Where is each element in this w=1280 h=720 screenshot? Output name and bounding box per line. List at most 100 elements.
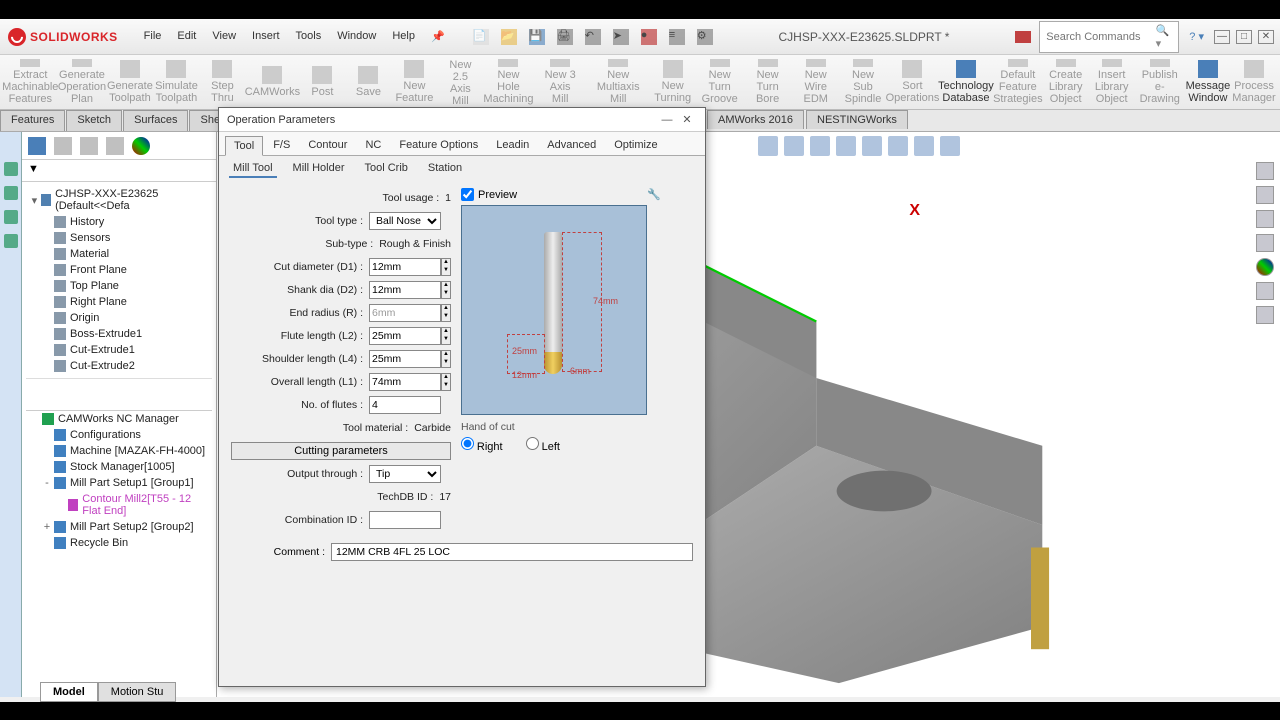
dialog-close-button[interactable]: ✕ [677, 113, 697, 126]
tree-item[interactable]: Top Plane [26, 278, 212, 294]
fm-icon[interactable] [106, 137, 124, 155]
tool-type-select[interactable]: Ball Nose [369, 212, 441, 230]
dlg-tab-nc[interactable]: NC [357, 136, 389, 155]
tree-item[interactable]: Front Plane [26, 262, 212, 278]
ribbon-button[interactable]: MessageWindow [1186, 57, 1230, 107]
tree-item[interactable]: Boss-Extrude1 [26, 326, 212, 342]
fm-icon[interactable] [54, 137, 72, 155]
cam-tree-item[interactable]: +Mill Part Setup2 [Group2] [26, 519, 212, 535]
dlg-tab-contour[interactable]: Contour [300, 136, 355, 155]
ribbon-button[interactable]: DefaultFeatureStrategies [994, 57, 1042, 107]
open-icon[interactable]: 📂 [501, 29, 517, 45]
subtab-station[interactable]: Station [424, 160, 466, 178]
output-through-select[interactable]: Tip [369, 465, 441, 483]
search-commands[interactable]: 🔍▾ [1039, 21, 1179, 53]
left-tab-icon[interactable] [4, 186, 18, 200]
fm-filter[interactable]: ▼ [22, 160, 216, 182]
spinner[interactable]: ▲▼ [441, 350, 451, 368]
ribbon-button[interactable]: InsertLibraryObject [1090, 57, 1134, 107]
cutting-parameters-button[interactable]: Cutting parameters [231, 442, 451, 460]
btab-model[interactable]: Model [40, 682, 98, 702]
ribbon-button[interactable]: New MultiaxisMill [588, 57, 649, 107]
cam-tree-root[interactable]: CAMWorks NC Manager [26, 411, 212, 427]
rebuild-icon[interactable]: ● [641, 29, 657, 45]
combination-input[interactable] [369, 511, 441, 529]
cam-tree-item[interactable]: Contour Mill2[T55 - 12 Flat End] [26, 491, 212, 519]
dlg-tab-optimize[interactable]: Optimize [606, 136, 665, 155]
menu-pin-icon[interactable]: 📌 [423, 26, 453, 47]
ribbon-button[interactable]: NewFeature [392, 57, 436, 107]
menu-window[interactable]: Window [329, 26, 384, 47]
fm-icon[interactable] [28, 137, 46, 155]
subtab-mill-tool[interactable]: Mill Tool [229, 160, 277, 178]
cam-tree-item[interactable]: Configurations [26, 427, 212, 443]
ribbon-button[interactable]: Publishe-Drawing [1136, 57, 1184, 107]
help-icon[interactable]: ? ▾ [1189, 30, 1204, 43]
comment-input[interactable] [331, 543, 693, 561]
left-tab-icon[interactable] [4, 162, 18, 176]
left-tab-icon[interactable] [4, 210, 18, 224]
btab-motion[interactable]: Motion Stu [98, 682, 177, 702]
tree-item[interactable]: Origin [26, 310, 212, 326]
sw-flag-icon[interactable] [1015, 31, 1031, 43]
ribbon-button[interactable]: NewTurning [651, 57, 695, 107]
dialog-titlebar[interactable]: Operation Parameters — ✕ [219, 108, 705, 132]
ribbon-button[interactable]: ExtractMachinableFeatures [4, 57, 57, 107]
hand-left-radio[interactable]: Left [526, 441, 560, 453]
print-icon[interactable]: 🖨 [557, 29, 573, 45]
hand-right-radio[interactable]: Right [461, 441, 503, 453]
maximize-button[interactable]: □ [1236, 30, 1252, 44]
tree-item[interactable]: Material [26, 246, 212, 262]
subtab-tool-crib[interactable]: Tool Crib [361, 160, 412, 178]
ribbon-button[interactable]: GenerateToolpath [107, 57, 152, 107]
dialog-minimize-button[interactable]: — [657, 114, 677, 126]
ribbon-button[interactable]: CAMWorks [246, 57, 298, 107]
menu-insert[interactable]: Insert [244, 26, 288, 47]
dlg-tab-feature-options[interactable]: Feature Options [391, 136, 486, 155]
fm-icon[interactable] [132, 137, 150, 155]
subtab-mill-holder[interactable]: Mill Holder [289, 160, 349, 178]
spinner[interactable]: ▲▼ [441, 327, 451, 345]
dlg-tab-fs[interactable]: F/S [265, 136, 298, 155]
ribbon-button[interactable]: New 3 AxisMill [535, 57, 586, 107]
ribbon-button[interactable]: ProcessManager [1232, 57, 1276, 107]
search-input[interactable] [1046, 31, 1155, 43]
overall-len-input[interactable] [369, 373, 441, 391]
dlg-tab-tool[interactable]: Tool [225, 136, 263, 156]
ribbon-button[interactable]: Save [346, 57, 390, 107]
flute-len-input[interactable] [369, 327, 441, 345]
cam-tree-item[interactable]: Stock Manager[1005] [26, 459, 212, 475]
preview-checkbox[interactable] [461, 188, 474, 201]
preview-tool-icon[interactable]: 🔧 [647, 188, 661, 201]
ribbon-button[interactable]: New TurnBore [745, 57, 791, 107]
tab-surfaces[interactable]: Surfaces [123, 110, 188, 131]
ribbon-button[interactable]: GenerateOperationPlan [59, 57, 106, 107]
menu-edit[interactable]: Edit [169, 26, 204, 47]
cut-dia-input[interactable] [369, 258, 441, 276]
ribbon-button[interactable]: SimulateToolpath [154, 57, 198, 107]
tree-item[interactable]: Cut-Extrude2 [26, 358, 212, 374]
minimize-button[interactable]: — [1214, 30, 1230, 44]
spinner[interactable]: ▲▼ [441, 258, 451, 276]
ribbon-button[interactable]: New SubSpindle [841, 57, 885, 107]
ribbon-button[interactable]: TechnologyDatabase [940, 57, 992, 107]
ribbon-button[interactable]: CreateLibraryObject [1044, 57, 1088, 107]
ribbon-button[interactable]: New 2.5Axis Mill [438, 57, 482, 107]
no-flutes-input[interactable] [369, 396, 441, 414]
tab-sketch[interactable]: Sketch [66, 110, 122, 131]
menu-help[interactable]: Help [384, 26, 423, 47]
shoulder-len-input[interactable] [369, 350, 441, 368]
save-icon[interactable]: 💾 [529, 29, 545, 45]
menu-file[interactable]: File [136, 26, 170, 47]
fm-icon[interactable] [80, 137, 98, 155]
tree-root[interactable]: ▾ CJHSP-XXX-E23625 (Default<<Defa [26, 186, 212, 214]
tree-item[interactable]: Sensors [26, 230, 212, 246]
menu-tools[interactable]: Tools [288, 26, 330, 47]
select-icon[interactable]: ➤ [613, 29, 629, 45]
tab-camworks[interactable]: AMWorks 2016 [707, 110, 804, 129]
tab-nestingworks[interactable]: NESTINGWorks [806, 110, 908, 129]
options-icon[interactable]: ≡ [669, 29, 685, 45]
ribbon-button[interactable]: Post [300, 57, 344, 107]
tree-item[interactable]: Cut-Extrude1 [26, 342, 212, 358]
menu-view[interactable]: View [204, 26, 244, 47]
